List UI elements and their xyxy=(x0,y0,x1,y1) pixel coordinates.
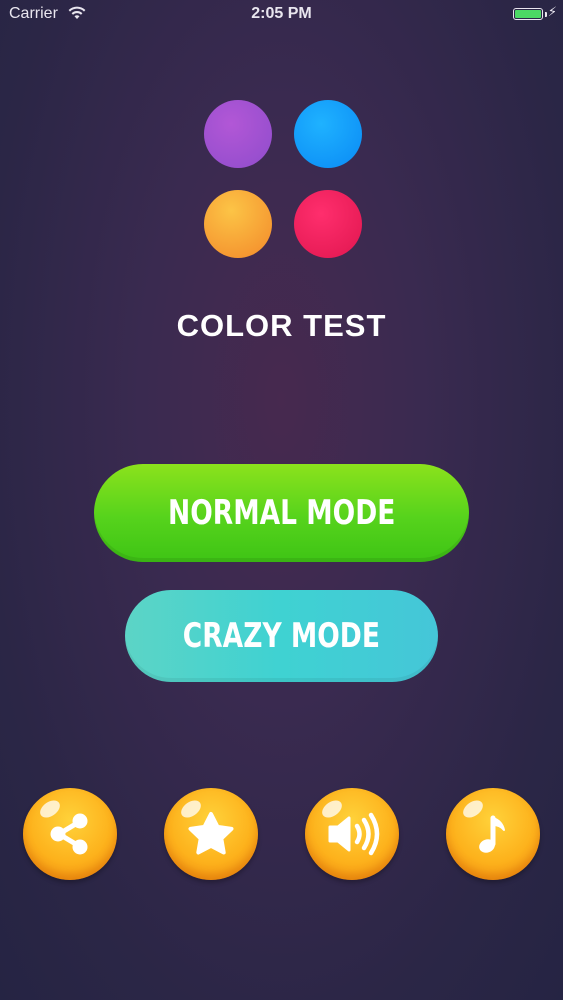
battery-tip xyxy=(545,12,547,17)
share-icon xyxy=(50,813,88,855)
music-button[interactable] xyxy=(446,788,540,880)
rate-button[interactable] xyxy=(164,788,258,880)
logo-dot-red xyxy=(294,190,362,258)
normal-mode-button[interactable]: NORMAL MODE xyxy=(94,464,469,562)
logo-dot-orange xyxy=(204,190,272,258)
normal-mode-label: NORMAL MODE xyxy=(167,493,396,533)
logo-dot-blue xyxy=(294,100,362,168)
crazy-mode-label: CRAZY MODE xyxy=(182,616,381,656)
logo-dot-purple xyxy=(204,100,272,168)
bolt-icon: ⚡ xyxy=(547,4,557,19)
status-bar: Carrier 2:05 PM ⚡ xyxy=(0,0,563,30)
share-button[interactable] xyxy=(23,788,117,880)
sound-icon xyxy=(328,812,380,856)
status-time: 2:05 PM xyxy=(251,5,312,22)
crazy-mode-button[interactable]: CRAZY MODE xyxy=(125,590,438,682)
app-title: COLOR TEST xyxy=(176,308,387,343)
star-icon xyxy=(188,812,234,855)
sound-button[interactable] xyxy=(305,788,399,880)
battery-icon xyxy=(513,8,543,20)
music-note-icon xyxy=(479,815,505,853)
